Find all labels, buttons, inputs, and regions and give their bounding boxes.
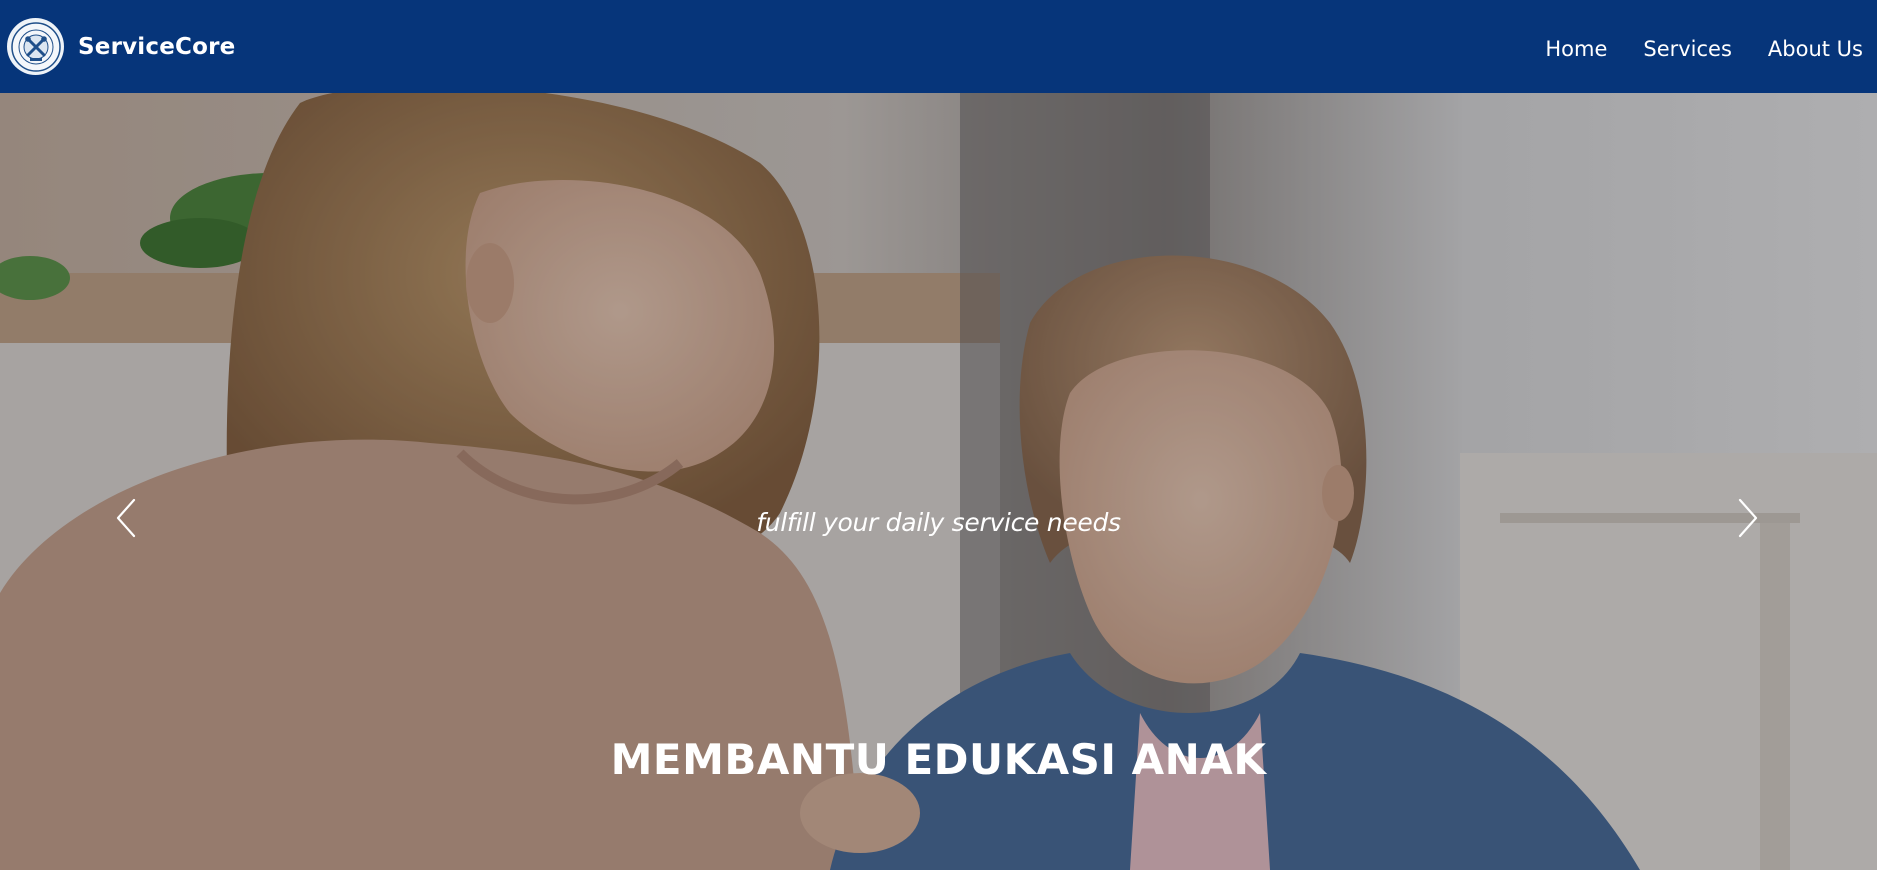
- nav-services[interactable]: Services: [1643, 37, 1732, 61]
- nav-about-us[interactable]: About Us: [1768, 37, 1863, 61]
- hero-carousel: fulfill your daily service needs MEMBANT…: [0, 93, 1877, 870]
- page: ServiceCore Home Services About Us fulfi…: [0, 0, 1877, 870]
- main-nav: Home Services About Us: [1545, 37, 1863, 61]
- hero-title: MEMBANTU EDUKASI ANAK: [610, 735, 1267, 784]
- hero-tagline: fulfill your daily service needs: [756, 508, 1121, 537]
- brand-link[interactable]: ServiceCore: [7, 18, 235, 75]
- nav-home[interactable]: Home: [1545, 37, 1607, 61]
- servicecore-logo-icon: [7, 18, 64, 75]
- navbar: ServiceCore Home Services About Us: [0, 0, 1877, 93]
- brand-name: ServiceCore: [78, 33, 236, 60]
